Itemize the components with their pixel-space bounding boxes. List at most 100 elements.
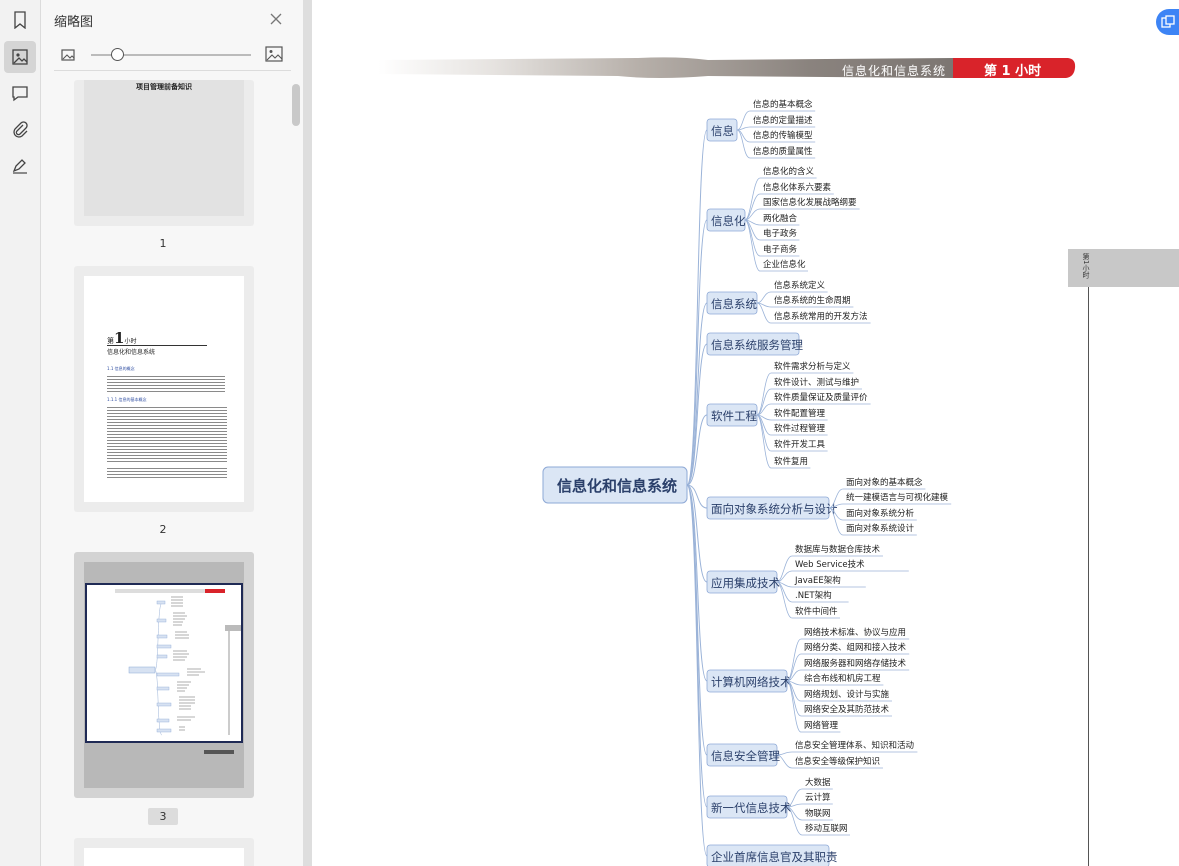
child-node-label: 信息的定量描述 bbox=[753, 115, 813, 126]
document-viewport: 信息化和信息系统 第 1 小时 信息化和信息系统 信息 信息的基本概念 信息的定量描述… bbox=[312, 0, 1179, 866]
child-node-label: 电子政务 bbox=[763, 228, 798, 239]
child-node-label: Web Service技术 bbox=[795, 559, 865, 570]
thumbnail-scrollbar[interactable] bbox=[292, 84, 300, 126]
pdf-reader-window: 缩略图 项目管理前备知识 1 第1小时 信息化和信息系统 1.1 信息的概念 1… bbox=[0, 0, 1179, 866]
child-node-label: .NET架构 bbox=[795, 590, 832, 601]
divider bbox=[107, 345, 207, 346]
child-node-label: 网络分类、组网和接入技术 bbox=[804, 642, 907, 653]
child-node-label: 数据库与数据仓库技术 bbox=[795, 544, 881, 555]
thumbnail-page-3[interactable] bbox=[74, 552, 254, 798]
branch-node-label: 企业首席信息官及其职责 bbox=[711, 850, 838, 864]
child-node-label: 网络服务器和网络存储技术 bbox=[804, 658, 907, 669]
root-connector bbox=[686, 219, 708, 486]
page-preview bbox=[84, 562, 244, 788]
pdf-page: 信息化和信息系统 第 1 小时 信息化和信息系统 信息 信息的基本概念 信息的定量描述… bbox=[312, 0, 1179, 866]
page-number: 1 bbox=[159, 237, 167, 250]
mind-map: 信息化和信息系统 信息 信息的基本概念信息的定量描述信息的传输模型信息的质量属性信息… bbox=[542, 99, 952, 866]
child-node-label: 信息化的含义 bbox=[763, 166, 815, 177]
viewport-frame bbox=[85, 583, 243, 743]
branch-node-label: 新一代信息技术 bbox=[711, 801, 792, 815]
child-node-label: 信息的基本概念 bbox=[753, 99, 813, 110]
child-node-label: 综合布线和机房工程 bbox=[804, 673, 881, 684]
child-connector bbox=[744, 219, 761, 272]
child-node-label: 软件设计、测试与维护 bbox=[774, 377, 859, 388]
thumbnail-page-4[interactable] bbox=[74, 838, 254, 866]
child-node-label: 软件需求分析与定义 bbox=[774, 361, 851, 372]
side-tab-label: 第1小时 bbox=[1082, 253, 1090, 279]
mini-mindmap bbox=[115, 589, 241, 736]
child-node-label: 面向对象系统设计 bbox=[846, 523, 915, 534]
chapter-title: 信息化和信息系统 bbox=[107, 349, 156, 356]
child-node-label: 信息系统定义 bbox=[774, 280, 826, 291]
branch-node-label: 信息系统 bbox=[711, 297, 757, 311]
child-connector bbox=[744, 219, 761, 257]
child-connector bbox=[736, 129, 751, 159]
child-node-label: 统一建模语言与可视化建模 bbox=[846, 492, 949, 503]
margin-line bbox=[1088, 287, 1089, 866]
close-icon[interactable] bbox=[269, 11, 287, 29]
section-heading: 1.1.1 信息的基本概念 bbox=[107, 397, 147, 402]
signature-icon[interactable] bbox=[4, 149, 36, 181]
child-node-label: 信息化体系六要素 bbox=[763, 182, 832, 193]
page-preview: 项目管理前备知识 bbox=[84, 80, 244, 216]
panel-title: 缩略图 bbox=[54, 15, 94, 30]
child-node-label: 电子商务 bbox=[763, 244, 798, 255]
child-node-label: 云计算 bbox=[805, 792, 831, 803]
thumbnail-list: 项目管理前备知识 1 第1小时 信息化和信息系统 1.1 信息的概念 1.1.1… bbox=[41, 80, 291, 866]
child-node-label: 软件配置管理 bbox=[774, 408, 826, 419]
thumbnail-heading: 项目管理前备知识 bbox=[136, 82, 192, 91]
child-node-label: 信息的传输模型 bbox=[753, 130, 813, 141]
zoom-slider-knob[interactable] bbox=[111, 48, 124, 61]
child-node-label: JavaEE架构 bbox=[794, 575, 841, 586]
page-shadow-mark bbox=[204, 750, 234, 754]
child-node-label: 软件复用 bbox=[774, 456, 808, 467]
branch-node-label: 计算机网络技术 bbox=[711, 675, 792, 689]
branch-node-label: 信息安全管理 bbox=[711, 749, 780, 763]
child-node-label: 网络技术标准、协议与应用 bbox=[804, 627, 906, 638]
zoom-out-image-icon[interactable] bbox=[61, 47, 75, 66]
child-node-label: 信息系统的生命周期 bbox=[774, 295, 851, 306]
divider bbox=[54, 70, 291, 71]
child-node-label: 软件中间件 bbox=[795, 606, 838, 617]
child-node-label: 信息的质量属性 bbox=[753, 146, 813, 157]
thumbnail-zoom-row bbox=[41, 42, 303, 70]
page-number-selected: 3 bbox=[148, 808, 178, 825]
left-toolbar bbox=[0, 0, 41, 866]
page-preview bbox=[84, 848, 244, 866]
child-node-label: 网络安全及其防范技术 bbox=[804, 704, 890, 715]
child-node-label: 移动互联网 bbox=[805, 823, 848, 834]
translate-float-button[interactable] bbox=[1156, 9, 1179, 35]
text-block bbox=[107, 466, 227, 480]
branch-node-label: 软件工程 bbox=[711, 409, 757, 423]
text-block bbox=[107, 405, 227, 463]
branch-node-label: 应用集成技术 bbox=[711, 576, 780, 590]
attachment-icon[interactable] bbox=[4, 113, 36, 145]
child-node-label: 软件过程管理 bbox=[774, 423, 826, 434]
child-node-label: 国家信息化发展战略纲要 bbox=[763, 197, 857, 208]
child-node-label: 企业信息化 bbox=[763, 259, 806, 270]
child-node-label: 网络规划、设计与实施 bbox=[804, 689, 890, 700]
child-node-label: 软件质量保证及质量评价 bbox=[774, 392, 868, 403]
comment-icon[interactable] bbox=[4, 77, 36, 109]
branch-node-label: 信息 bbox=[711, 124, 734, 138]
page-preview: 第1小时 信息化和信息系统 1.1 信息的概念 1.1.1 信息的基本概念 bbox=[84, 276, 244, 502]
page-number: 2 bbox=[159, 523, 167, 536]
zoom-in-image-icon[interactable] bbox=[265, 46, 283, 67]
child-node-label: 信息安全等级保护知识 bbox=[795, 756, 880, 767]
child-connector bbox=[756, 302, 772, 324]
child-node-label: 信息系统常用的开发方法 bbox=[774, 311, 868, 322]
branch-node-label: 信息化 bbox=[711, 214, 746, 228]
thumbnail-icon[interactable] bbox=[4, 41, 36, 73]
bookmark-icon[interactable] bbox=[4, 4, 36, 36]
root-connector bbox=[686, 484, 708, 857]
branch-node-label: 信息系统服务管理 bbox=[711, 338, 803, 352]
thumbnail-page-1[interactable]: 项目管理前备知识 bbox=[74, 80, 254, 226]
child-connector bbox=[756, 291, 772, 304]
child-node-label: 软件开发工具 bbox=[774, 439, 826, 450]
thumbnail-panel: 缩略图 项目管理前备知识 1 第1小时 信息化和信息系统 1.1 信息的概念 1… bbox=[41, 0, 303, 866]
thumbnail-page-2[interactable]: 第1小时 信息化和信息系统 1.1 信息的概念 1.1.1 信息的基本概念 bbox=[74, 266, 254, 512]
child-node-label: 网络管理 bbox=[804, 720, 839, 731]
child-node-label: 信息安全管理体系、知识和活动 bbox=[795, 740, 915, 751]
child-node-label: 两化融合 bbox=[763, 213, 798, 224]
panel-splitter[interactable] bbox=[303, 0, 312, 866]
